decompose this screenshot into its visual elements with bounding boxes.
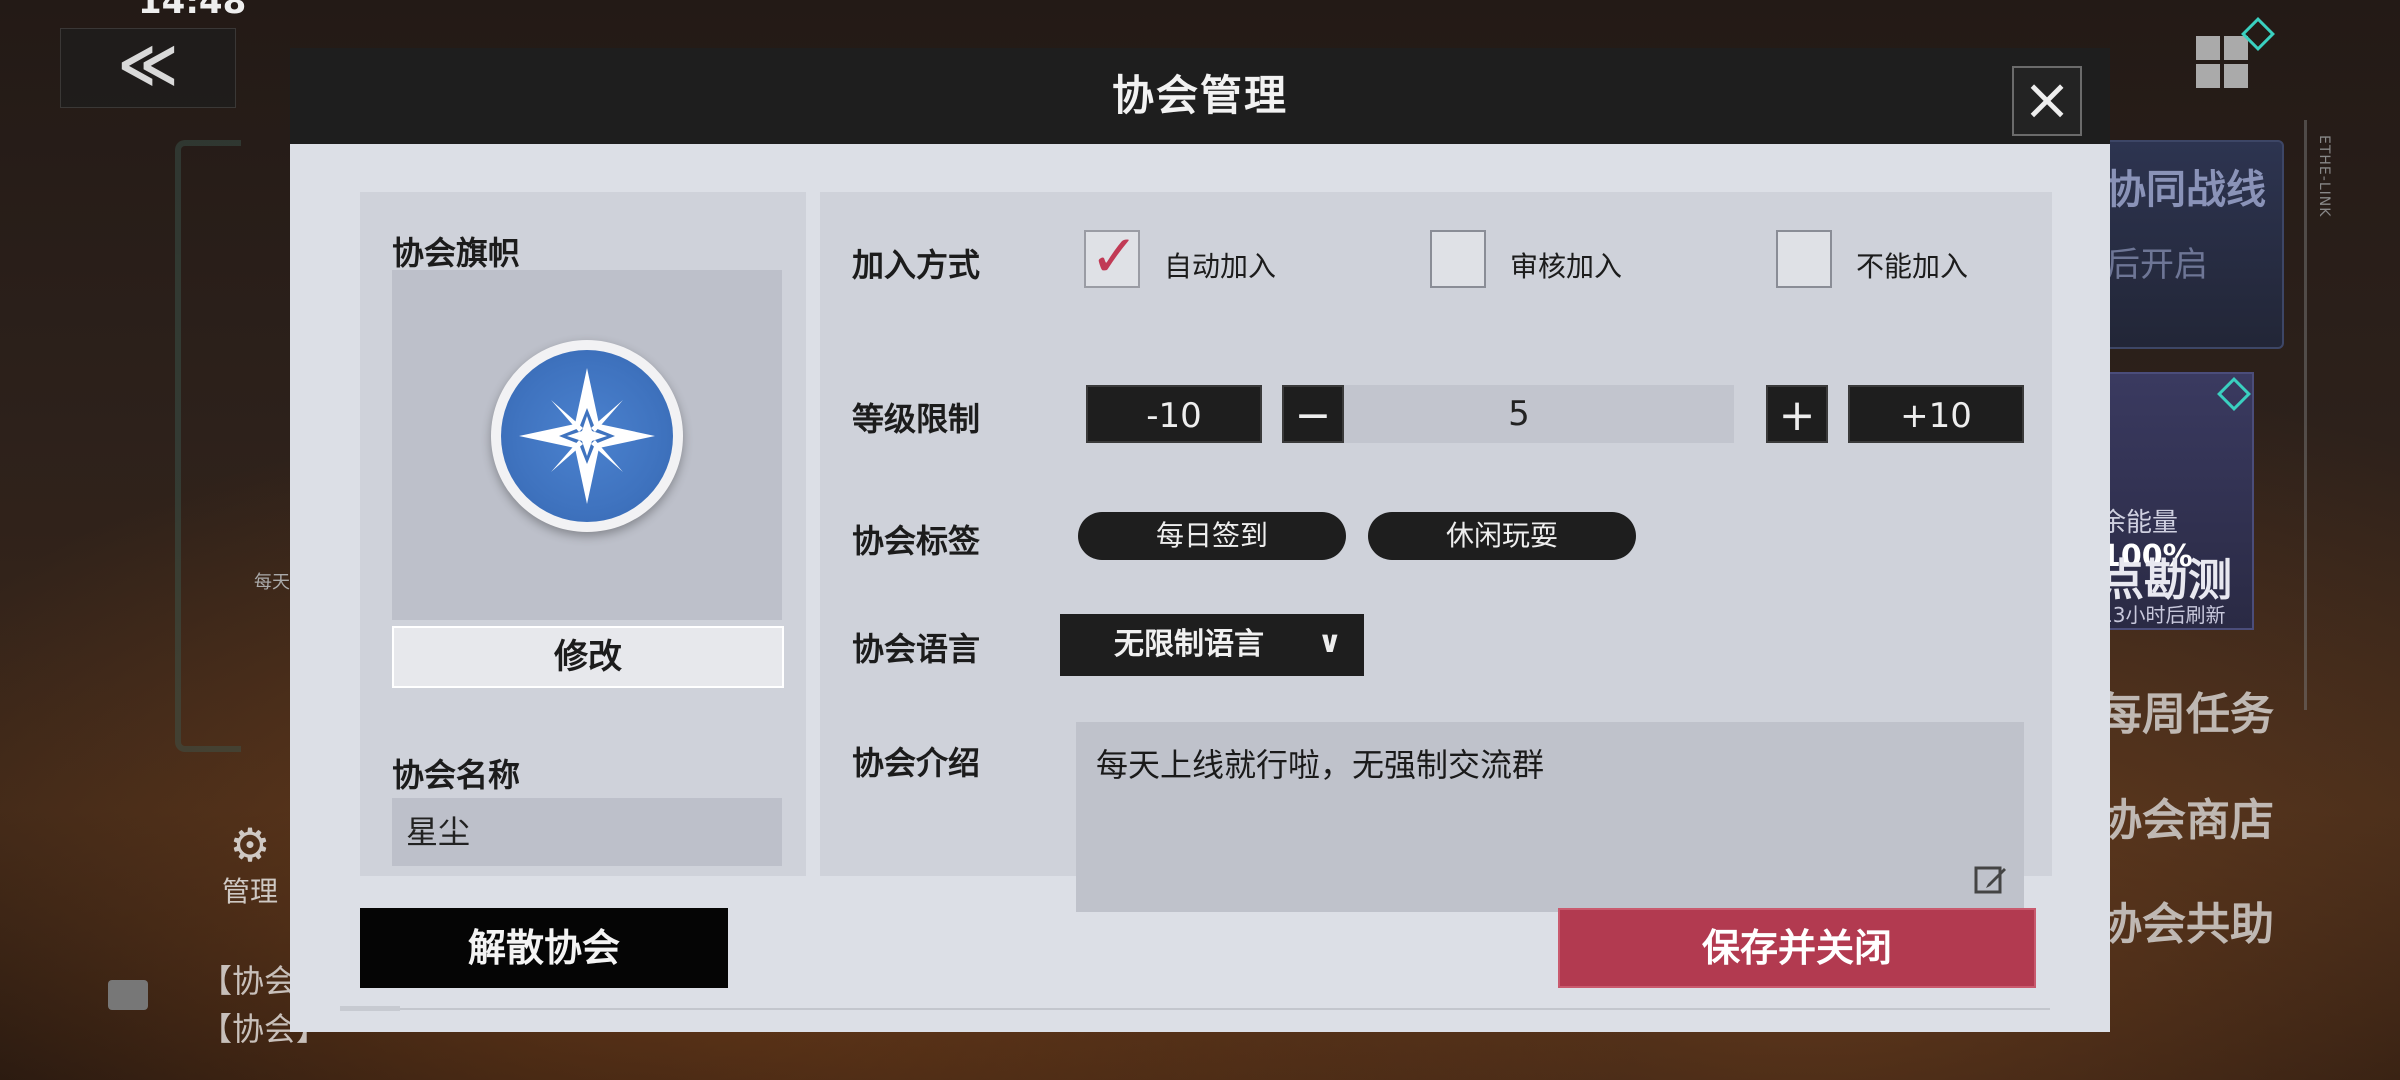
left-hint-text: 每天 bbox=[254, 572, 290, 593]
star-compass-icon bbox=[519, 368, 655, 504]
guild-settings-panel: 加入方式 ✓ 自动加入 审核加入 不能加入 等级限制 -10 5 − + +10… bbox=[820, 192, 2052, 912]
dialog-bottom-accent bbox=[340, 1006, 400, 1011]
back-button[interactable]: ≪ bbox=[60, 28, 236, 108]
diamond-icon bbox=[2217, 377, 2251, 411]
status-time: 14:48 bbox=[138, 0, 247, 22]
edit-flag-button[interactable]: 修改 bbox=[392, 626, 784, 688]
close-icon: × bbox=[2022, 65, 2072, 133]
disband-guild-button[interactable]: 解散协会 bbox=[360, 908, 728, 988]
coop-front-subtitle: 后开启 bbox=[2106, 245, 2208, 285]
chat-line: 【协会 bbox=[200, 962, 297, 1000]
coop-front-card[interactable]: 协同战线 后开启 bbox=[2094, 140, 2284, 349]
tag-daily-checkin[interactable]: 每日签到 bbox=[1078, 512, 1346, 560]
review-join-checkbox[interactable] bbox=[1430, 230, 1486, 288]
checkmark-icon: ✓ bbox=[1090, 222, 1139, 290]
dialog-bottom-divider bbox=[340, 1008, 2050, 1010]
background-frame bbox=[175, 140, 241, 752]
guild-name-field[interactable]: 星尘 bbox=[392, 798, 782, 866]
flag-label: 协会旗帜 bbox=[392, 234, 521, 272]
review-join-label: 审核加入 bbox=[1510, 250, 1623, 283]
level-minus-button[interactable]: − bbox=[1282, 385, 1344, 443]
guild-intro-text: 每天上线就行啦，无强制交流群 bbox=[1096, 746, 1545, 784]
dialog-title: 协会管理 bbox=[1111, 71, 1288, 120]
language-selected: 无限制语言 bbox=[1114, 627, 1264, 662]
grid-menu-icon[interactable] bbox=[2196, 36, 2248, 88]
level-plus-10-button[interactable]: +10 bbox=[1848, 385, 2024, 443]
guild-intro-textarea[interactable]: 每天上线就行啦，无强制交流群 bbox=[1076, 722, 2024, 912]
level-stepper: 5 bbox=[1304, 385, 1734, 443]
level-plus-button[interactable]: + bbox=[1766, 385, 1828, 443]
guild-tags-label: 协会标签 bbox=[852, 522, 981, 560]
chevron-down-icon: ∨ bbox=[1317, 625, 1342, 660]
edit-icon[interactable] bbox=[1974, 862, 2008, 896]
tag-casual-play[interactable]: 休闲玩耍 bbox=[1368, 512, 1636, 560]
guild-profile-panel: 协会旗帜 修改 协会名称 星尘 bbox=[360, 192, 806, 876]
manage-label: 管理 bbox=[221, 875, 278, 908]
level-limit-label: 等级限制 bbox=[852, 400, 981, 438]
survey-refresh: 13小时后刷新 bbox=[2100, 603, 2226, 627]
menu-guild-help[interactable]: 协会共助 bbox=[2098, 888, 2274, 952]
auto-join-label: 自动加入 bbox=[1164, 250, 1277, 283]
menu-weekly-tasks[interactable]: 每周任务 bbox=[2098, 678, 2274, 742]
coop-front-title: 协同战线 bbox=[2106, 167, 2266, 213]
side-vertical-text: ETHE-LINK bbox=[2316, 135, 2332, 218]
manage-button[interactable]: ⚙ 管理 bbox=[218, 820, 282, 910]
auto-join-checkbox[interactable]: ✓ bbox=[1084, 226, 1140, 288]
side-divider bbox=[2304, 120, 2307, 710]
survey-card[interactable]: 余能量 100% 点勘测 13小时后刷新 bbox=[2094, 372, 2254, 630]
no-join-checkbox[interactable] bbox=[1776, 230, 1832, 288]
menu-guild-shop[interactable]: 协会商店 bbox=[2098, 784, 2274, 848]
dialog-header: 协会管理 × bbox=[290, 48, 2110, 144]
gear-icon: ⚙ bbox=[229, 818, 271, 872]
guild-management-dialog: 协会管理 × 协会旗帜 修改 协会名称 星尘 加入方式 ✓ 自动加入 审核加入 … bbox=[290, 48, 2110, 1032]
close-button[interactable]: × bbox=[2012, 66, 2082, 136]
guild-language-label: 协会语言 bbox=[852, 630, 981, 668]
join-method-label: 加入方式 bbox=[852, 246, 981, 284]
guild-emblem bbox=[491, 340, 683, 532]
language-dropdown[interactable]: 无限制语言 ∨ bbox=[1060, 614, 1364, 676]
level-value: 5 bbox=[1508, 394, 1530, 434]
save-and-close-button[interactable]: 保存并关闭 bbox=[1558, 908, 2036, 988]
level-minus-10-button[interactable]: -10 bbox=[1086, 385, 1262, 443]
name-label: 协会名称 bbox=[392, 756, 521, 794]
guild-intro-label: 协会介绍 bbox=[852, 744, 981, 782]
chat-icon[interactable] bbox=[108, 980, 148, 1010]
flag-preview bbox=[392, 270, 782, 620]
no-join-label: 不能加入 bbox=[1856, 250, 1969, 283]
